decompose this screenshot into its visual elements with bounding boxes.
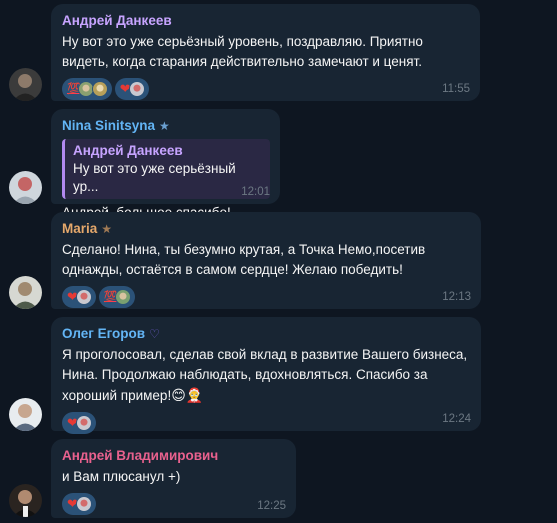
chat-history[interactable]: Андрей Данкеев Ну вот это уже серьёзный … — [0, 0, 557, 523]
reactor-avatar — [75, 496, 92, 512]
message-time: 12:24 — [442, 413, 471, 425]
sender-name[interactable]: Олег Егоров ♡ — [62, 325, 471, 343]
message-time: 12:25 — [257, 500, 286, 512]
reactor-avatar — [91, 81, 108, 97]
sender-name[interactable]: Андрей Владимирович — [62, 447, 286, 465]
message-time: 11:55 — [442, 83, 470, 95]
message-bubble[interactable]: Maria ★ Сделано! Нина, ты безумно крутая… — [51, 212, 481, 309]
message-text: и Вам плюсанул +) — [62, 469, 181, 484]
sender-name-text: Maria — [62, 221, 98, 236]
sender-name-text: Nina Sinitsyna — [62, 118, 156, 133]
star-icon: ★ — [101, 222, 113, 236]
avatar[interactable] — [9, 68, 42, 101]
message-time: 12:13 — [442, 291, 471, 303]
message-bubble[interactable]: Андрей Данкеев Ну вот это уже серьёзный … — [51, 4, 480, 101]
message-bubble[interactable]: Олег Егоров ♡ Я проголосовал, сделав сво… — [51, 317, 481, 434]
quote-sender: Андрей Данкеев — [73, 143, 183, 158]
reaction-heart[interactable]: ❤ — [62, 286, 96, 308]
message-text: Сделано! Нина, ты безумно крутая, а Точк… — [62, 242, 429, 277]
message-text: Я проголосовал, сделав свой вклад в разв… — [62, 345, 471, 406]
reply-quote[interactable]: Андрей Данкеев Ну вот это уже серьёзный … — [62, 139, 270, 199]
reactions-bar: ❤ 💯 — [62, 286, 471, 308]
reaction-hundred[interactable]: 💯 — [62, 78, 112, 100]
sender-name-text: Олег Егоров — [62, 326, 146, 341]
reactions-bar: ❤ — [62, 493, 286, 515]
reactions-bar: ❤ — [62, 412, 471, 434]
reactor-avatar — [114, 289, 131, 305]
avatar[interactable] — [9, 398, 42, 431]
message-text: Ну вот это уже серьёзный уровень, поздра… — [62, 34, 427, 69]
message-text-body: Я проголосовал, сделав свой вклад в разв… — [62, 347, 471, 403]
emoji-smile-santa: 😊🤶 — [171, 387, 204, 403]
star-icon: ★ — [159, 119, 170, 133]
avatar[interactable] — [9, 276, 42, 309]
reaction-heart[interactable]: ❤ — [62, 493, 96, 515]
sender-name[interactable]: Maria ★ — [62, 220, 471, 238]
avatar[interactable] — [9, 484, 42, 517]
message-bubble[interactable]: Nina Sinitsyna ★ Андрей Данкеев Ну вот э… — [51, 109, 280, 220]
sender-name[interactable]: Nina Sinitsyna ★ — [62, 117, 270, 135]
reactions-bar: 💯 ❤ — [62, 78, 470, 100]
heart-badge-icon: ♡ — [149, 327, 160, 341]
reaction-heart[interactable]: ❤ — [62, 412, 96, 434]
message-time: 12:01 — [241, 186, 270, 198]
avatar[interactable] — [9, 171, 42, 204]
sender-name[interactable]: Андрей Данкеев — [62, 12, 470, 30]
message-bubble[interactable]: Андрей Владимирович и Вам плюсанул +) ❤ … — [51, 439, 296, 518]
reactor-avatar — [75, 289, 92, 305]
quote-text: Ну вот это уже серьёзный ур... — [73, 161, 236, 194]
reactor-avatar — [128, 81, 145, 97]
reaction-hundred[interactable]: 💯 — [98, 286, 135, 308]
reaction-heart[interactable]: ❤ — [114, 78, 149, 100]
reactor-avatar — [75, 415, 92, 431]
